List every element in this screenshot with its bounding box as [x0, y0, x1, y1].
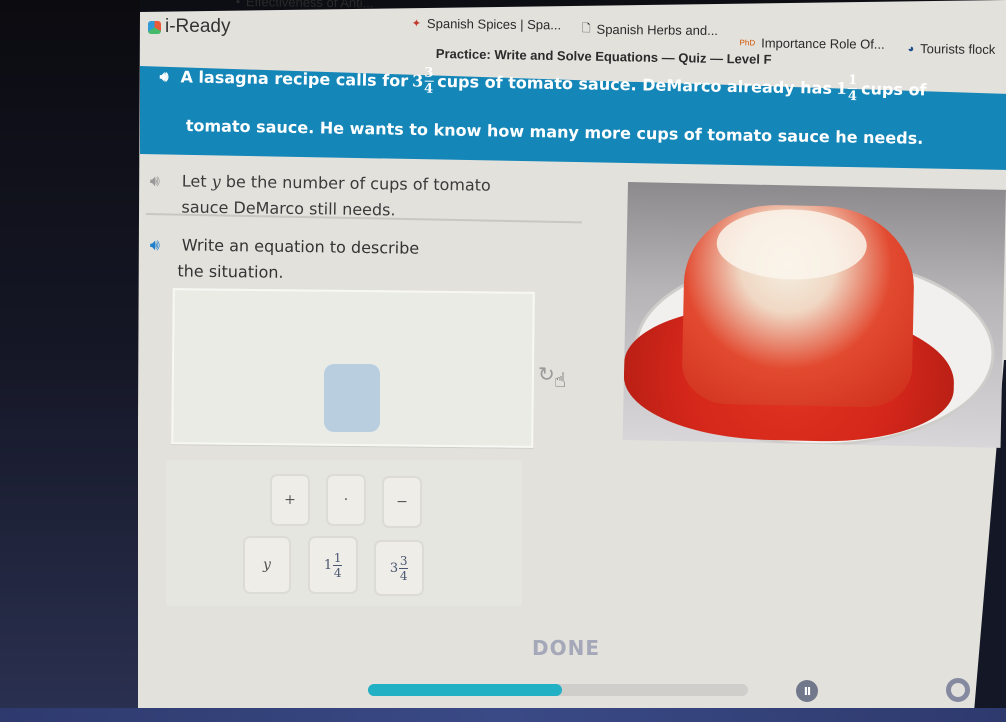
pause-button[interactable]: II — [796, 680, 818, 702]
site-icon: ✦ — [411, 17, 422, 30]
site-icon: ◕ — [907, 42, 915, 55]
bookmark-effectiveness[interactable]: ▪ Effectiveness of Anti... — [236, 0, 374, 10]
mixed-number-1-1-4: 1 14 — [835, 73, 858, 105]
tile-variable-y[interactable]: y — [243, 536, 291, 594]
instruction: 🔊︎ Write an equation to describe the sit… — [149, 232, 530, 289]
site-icon: PhD — [739, 38, 756, 48]
reset-icon[interactable]: ↻ — [538, 362, 555, 386]
settings-gear-icon[interactable] — [946, 678, 970, 702]
progress-bar — [368, 684, 748, 696]
taskbar — [0, 708, 1006, 722]
screen-bezel-left — [0, 0, 140, 712]
logo-cube-icon — [148, 20, 161, 34]
speaker-icon[interactable]: 🔊︎ — [150, 232, 160, 258]
hand-cursor-icon: ☝ — [554, 368, 567, 392]
bookmark-spanish-herbs[interactable]: 🗋 Spanish Herbs and... — [582, 20, 718, 40]
progress-fill — [368, 684, 562, 696]
pause-icon: II — [803, 684, 811, 698]
bookmark-icon: ▪ — [235, 0, 240, 8]
tile-1-1-4[interactable]: 1 14 — [308, 536, 358, 594]
speaker-icon[interactable]: 🔊︎ — [160, 68, 169, 84]
mixed-number-3-3-4: 3 34 — [411, 65, 434, 97]
tile-multiply[interactable]: · — [326, 474, 366, 526]
iready-logo: i-Ready — [148, 16, 230, 38]
bookmark-importance-role[interactable]: PhD Importance Role Of... — [740, 35, 885, 52]
done-button[interactable]: DONE — [532, 636, 600, 660]
answer-drop-slot[interactable] — [324, 364, 380, 432]
lasagna-image — [622, 182, 1006, 448]
bookmark-tourists-flock[interactable]: ◕ Tourists flock — [907, 41, 995, 57]
tile-plus[interactable]: + — [270, 474, 310, 526]
document-icon: 🗋 — [581, 22, 591, 35]
speaker-icon[interactable]: 🔊︎ — [150, 168, 160, 194]
tile-3-3-4[interactable]: 3 34 — [374, 540, 424, 596]
tile-minus[interactable]: − — [382, 476, 422, 528]
bookmark-spanish-spices[interactable]: ✦ Spanish Spices | Spa... — [411, 16, 562, 32]
